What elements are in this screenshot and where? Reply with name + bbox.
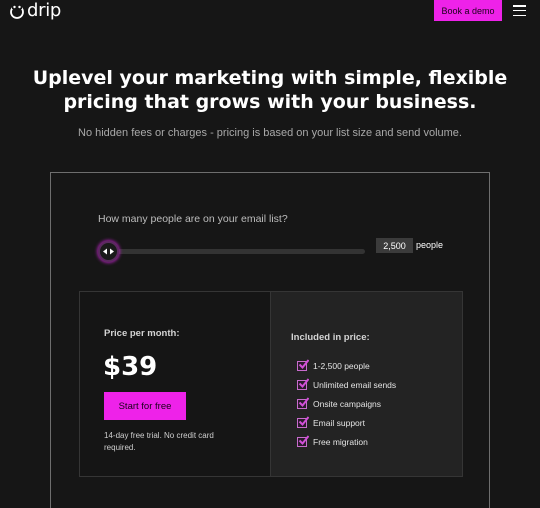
top-nav: drip Book a demo (0, 0, 540, 24)
feature-item: Unlimited email sends (297, 375, 396, 394)
included-label: Included in price: (291, 332, 370, 343)
checkbox-checked-icon (297, 396, 309, 409)
feature-label: Onsite campaigns (313, 398, 382, 409)
price-label: Price per month: (104, 328, 180, 339)
start-free-button[interactable]: Start for free (104, 392, 186, 420)
list-size-slider-handle[interactable] (98, 241, 119, 262)
drip-logo[interactable]: drip (9, 0, 61, 22)
trial-note: 14-day free trial. No credit card requir… (104, 431, 214, 452)
logo-text: drip (27, 0, 62, 21)
included-panel: Included in price: 1-2,500 people Unlimi… (271, 291, 463, 477)
checkbox-checked-icon (297, 434, 309, 447)
menu-bar-line (513, 14, 526, 16)
price-amount: $39 (103, 352, 158, 382)
page-headline: Uplevel your marketing with simple, flex… (30, 66, 510, 114)
menu-bar-line (513, 9, 526, 12)
feature-label: Unlimited email sends (313, 379, 397, 390)
feature-label: Email support (313, 417, 365, 428)
headline-line-2: pricing that grows with your business. (63, 91, 477, 113)
hamburger-menu-icon[interactable] (513, 5, 526, 16)
book-demo-button[interactable]: Book a demo (434, 0, 502, 21)
list-size-slider-track[interactable] (109, 249, 365, 254)
list-size-unit: people (416, 240, 444, 250)
page-subheadline: No hidden fees or charges - pricing is b… (78, 127, 462, 139)
feature-list: 1-2,500 people Unlimited email sends Ons… (297, 356, 396, 451)
feature-item: Email support (297, 413, 396, 432)
smile-logo-icon (10, 5, 24, 19)
feature-item: Free migration (297, 432, 396, 451)
feature-item: Onsite campaigns (297, 394, 396, 413)
menu-bar-line (513, 5, 526, 7)
pricing-calculator: How many people are on your email list? … (50, 172, 490, 508)
checkbox-checked-icon (297, 415, 309, 428)
list-size-question: How many people are on your email list? (98, 213, 288, 225)
headline-line-1: Uplevel your marketing with simple, flex… (32, 67, 508, 89)
feature-item: 1-2,500 people (297, 356, 396, 375)
price-panel: Price per month: $39 Start for free 14-d… (79, 291, 271, 477)
checkbox-checked-icon (297, 358, 309, 371)
feature-label: 1-2,500 people (313, 360, 370, 371)
drag-arrows-icon (103, 248, 114, 255)
feature-label: Free migration (313, 436, 368, 447)
list-size-input[interactable]: 2,500 (376, 238, 413, 253)
checkbox-checked-icon (297, 377, 309, 390)
